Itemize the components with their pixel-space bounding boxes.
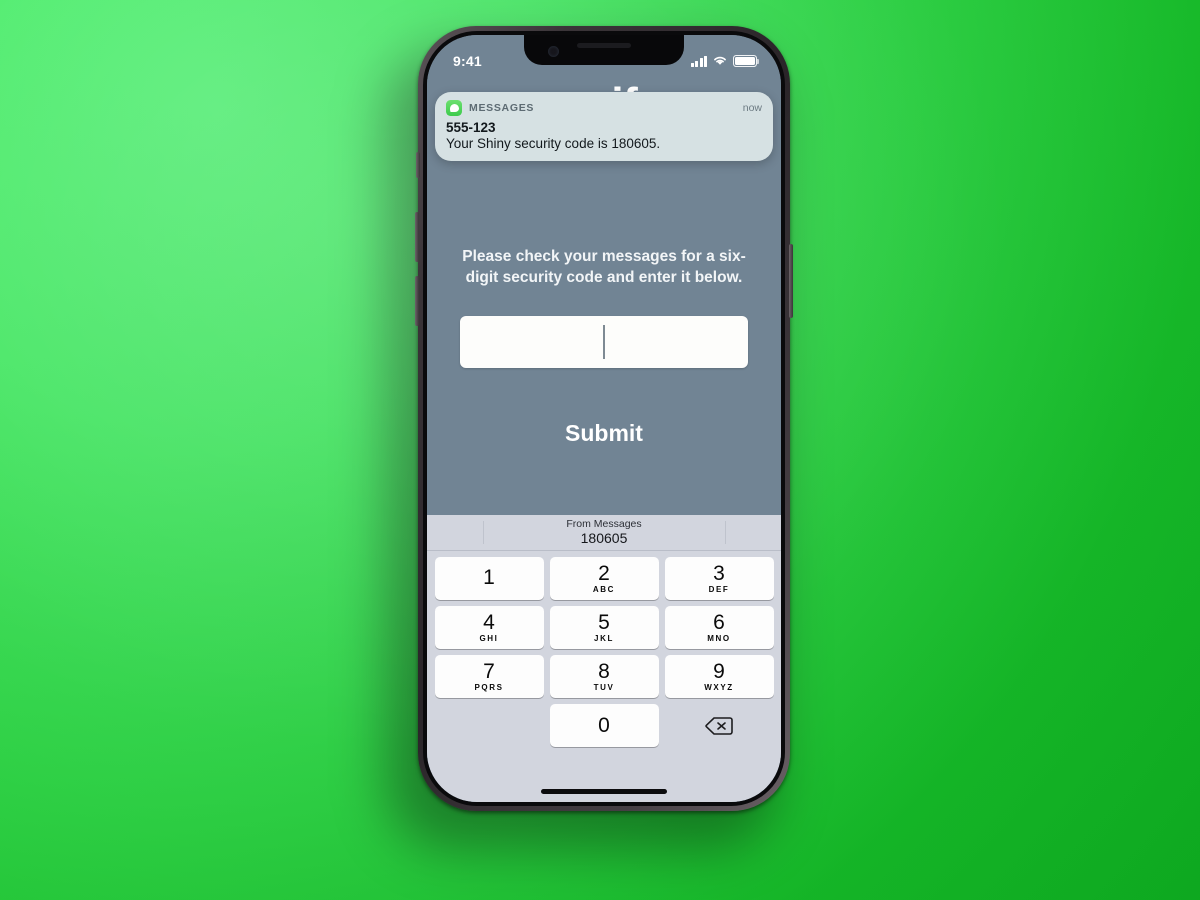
studio-backdrop: verify Please check your messages for a …	[0, 0, 1200, 900]
key-letters: MNO	[707, 634, 731, 643]
key-6[interactable]: 6 MNO	[664, 606, 774, 649]
key-digit: 3	[713, 562, 725, 585]
key-digit: 6	[713, 611, 725, 634]
submit-button[interactable]: Submit	[427, 420, 781, 447]
key-spacer-left	[435, 704, 544, 747]
notch	[524, 35, 684, 65]
cellular-signal-icon	[690, 55, 707, 67]
numeric-keypad: From Messages 180605 1 2 ABC 3 DEF 4 GHI…	[427, 515, 781, 802]
notification-header: MESSAGES now	[446, 100, 762, 116]
battery-icon	[733, 55, 760, 67]
key-4[interactable]: 4 GHI	[434, 606, 544, 649]
key-digit: 1	[483, 566, 495, 589]
key-5[interactable]: 5 JKL	[549, 606, 659, 649]
instruction-text: Please check your messages for a six-dig…	[462, 248, 746, 286]
status-bar-indicators	[690, 53, 760, 69]
key-8[interactable]: 8 TUV	[549, 655, 659, 698]
key-digit: 9	[713, 660, 725, 683]
key-letters: GHI	[479, 634, 499, 643]
notification-message: Your Shiny security code is 180605.	[446, 136, 661, 151]
autofill-source-label: From Messages	[566, 517, 642, 530]
volume-up-button[interactable]	[415, 212, 419, 262]
silent-switch-button[interactable]	[416, 152, 420, 178]
notification-timestamp: now	[742, 102, 762, 114]
home-indicator[interactable]	[541, 789, 667, 794]
key-digit: 0	[598, 714, 610, 737]
backspace-delete-icon[interactable]	[665, 704, 774, 747]
keypad-row: 4 GHI 5 JKL 6 MNO	[430, 606, 778, 649]
key-digit: 5	[598, 611, 610, 634]
key-1[interactable]: 1	[434, 557, 544, 600]
key-0[interactable]: 0	[549, 704, 659, 747]
notification-banner[interactable]: MESSAGES now 555-123 Your Shiny security…	[435, 92, 773, 161]
autofill-suggestion-bar[interactable]: From Messages 180605	[427, 515, 781, 551]
key-digit: 4	[483, 611, 495, 634]
power-button[interactable]	[789, 244, 793, 318]
phone-bezel: verify Please check your messages for a …	[423, 31, 785, 806]
status-bar-time: 9:41	[453, 53, 482, 69]
key-7[interactable]: 7 PQRS	[434, 655, 544, 698]
notification-sender: 555-123	[446, 120, 496, 135]
key-letters: JKL	[594, 634, 614, 643]
key-letters: DEF	[708, 585, 730, 594]
phone-screen: verify Please check your messages for a …	[427, 35, 781, 802]
security-code-input[interactable]	[460, 316, 748, 368]
key-3[interactable]: 3 DEF	[664, 557, 774, 600]
key-2[interactable]: 2 ABC	[549, 557, 659, 600]
front-camera-icon	[548, 46, 559, 57]
autofill-code-value: 180605	[580, 530, 628, 547]
text-caret	[603, 325, 605, 359]
volume-down-button[interactable]	[415, 276, 419, 326]
key-9[interactable]: 9 WXYZ	[664, 655, 774, 698]
keypad-row: 1 2 ABC 3 DEF	[430, 557, 778, 600]
key-letters: WXYZ	[704, 683, 734, 692]
notification-app-name: MESSAGES	[469, 102, 535, 114]
key-digit: 7	[483, 660, 495, 683]
wifi-icon	[712, 53, 728, 69]
messages-app-icon	[446, 100, 462, 116]
keypad-row: 7 PQRS 8 TUV 9 WXYZ	[430, 655, 778, 698]
key-digit: 8	[598, 660, 610, 683]
iphone-device: verify Please check your messages for a …	[415, 26, 793, 811]
key-digit: 2	[598, 562, 610, 585]
key-letters: ABC	[592, 585, 616, 594]
keypad-grid: 1 2 ABC 3 DEF 4 GHI 5 JKL 6 MNO 7 PQRS 8…	[427, 551, 781, 747]
key-letters: PQRS	[474, 683, 504, 692]
earpiece-speaker	[577, 42, 631, 48]
key-letters: TUV	[593, 683, 615, 692]
keypad-row: 0	[430, 704, 778, 747]
